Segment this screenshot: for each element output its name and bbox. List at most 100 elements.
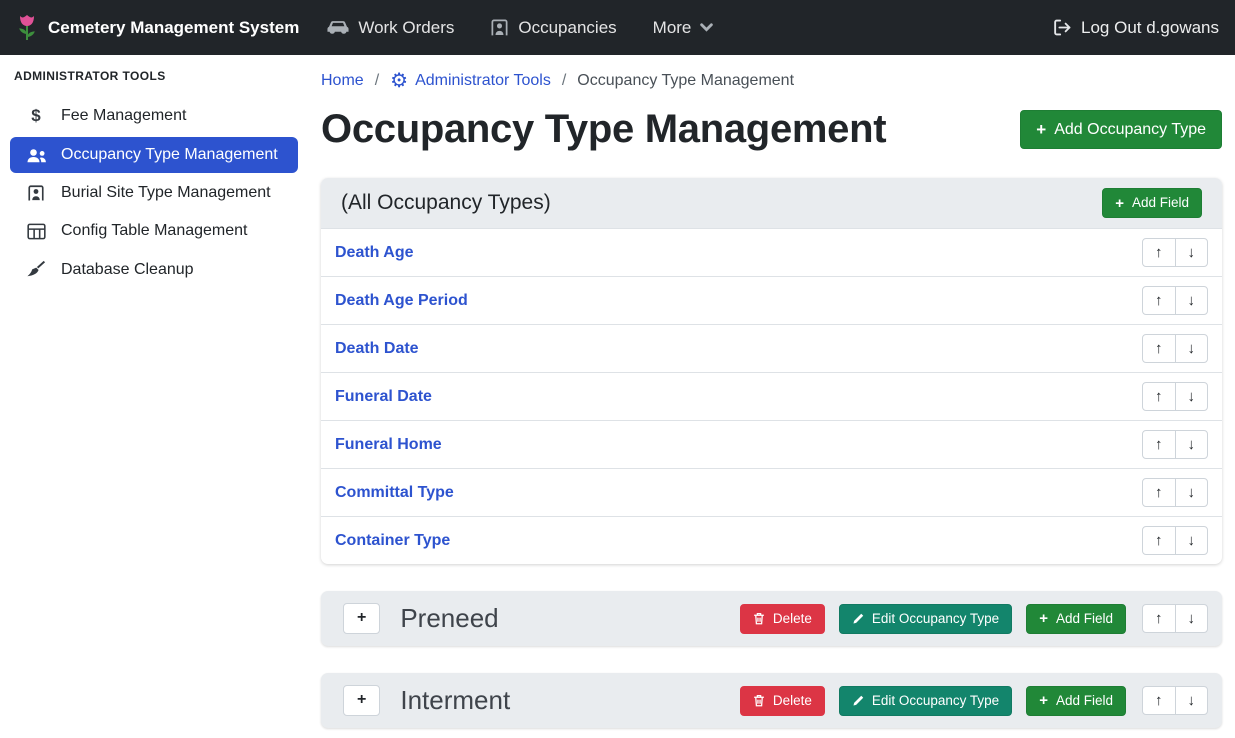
arrow-up-icon: ↑: [1155, 340, 1163, 357]
move-down-button[interactable]: ↓: [1175, 286, 1209, 315]
move-down-button[interactable]: ↓: [1175, 686, 1209, 715]
add-field-button[interactable]: + Add Field: [1026, 686, 1126, 716]
chevron-down-icon: [700, 23, 713, 32]
arrow-up-icon: ↑: [1155, 692, 1163, 709]
move-down-button[interactable]: ↓: [1175, 478, 1209, 507]
page-layout: ADMINISTRATOR TOOLS $ Fee Management Occ…: [0, 55, 1235, 738]
nav-item-more[interactable]: More: [653, 18, 714, 38]
arrow-down-icon: ↓: [1188, 692, 1196, 709]
reorder-buttons: ↑ ↓: [1142, 526, 1208, 555]
table-row: Committal Type ↑ ↓: [321, 468, 1222, 516]
arrow-down-icon: ↓: [1188, 340, 1196, 357]
section-title: Interment: [400, 685, 510, 716]
all-occupancy-types-card: (All Occupancy Types) + Add Field Death …: [321, 178, 1222, 564]
button-label: Edit Occupancy Type: [872, 693, 999, 709]
move-up-button[interactable]: ↑: [1142, 286, 1176, 315]
sign-out-icon: [1053, 19, 1072, 36]
move-down-button[interactable]: ↓: [1175, 382, 1209, 411]
flower-logo-icon: [16, 14, 38, 42]
move-down-button[interactable]: ↓: [1175, 238, 1209, 267]
field-link-death-age[interactable]: Death Age: [335, 244, 414, 262]
sidebar-heading: ADMINISTRATOR TOOLS: [0, 61, 308, 95]
move-down-button[interactable]: ↓: [1175, 334, 1209, 363]
arrow-down-icon: ↓: [1188, 244, 1196, 261]
arrow-down-icon: ↓: [1188, 388, 1196, 405]
field-link-death-date[interactable]: Death Date: [335, 340, 419, 358]
sidebar-item-burial-site-type-management[interactable]: Burial Site Type Management: [10, 175, 298, 211]
plus-icon: +: [1039, 693, 1048, 708]
page-header: Occupancy Type Management + Add Occupanc…: [321, 107, 1222, 152]
arrow-up-icon: ↑: [1155, 484, 1163, 501]
sidebar-item-label: Burial Site Type Management: [61, 184, 271, 202]
move-up-button[interactable]: ↑: [1142, 478, 1176, 507]
field-link-death-age-period[interactable]: Death Age Period: [335, 292, 468, 310]
reorder-buttons: ↑ ↓: [1142, 478, 1208, 507]
nav-item-occupancies[interactable]: Occupancies: [490, 18, 616, 38]
arrow-up-icon: ↑: [1155, 388, 1163, 405]
button-label: Add Occupancy Type: [1054, 120, 1206, 139]
gear-icon: ⚙: [390, 71, 408, 91]
move-down-button[interactable]: ↓: [1175, 604, 1209, 633]
app-title: Cemetery Management System: [48, 18, 299, 38]
edit-occupancy-type-button[interactable]: Edit Occupancy Type: [839, 686, 1012, 716]
trash-icon: [753, 612, 765, 625]
move-up-button[interactable]: ↑: [1142, 238, 1176, 267]
sidebar-item-label: Fee Management: [61, 107, 186, 125]
breadcrumb: Home / ⚙ Administrator Tools / Occupancy…: [321, 71, 1222, 91]
move-up-button[interactable]: ↑: [1142, 334, 1176, 363]
field-link-funeral-date[interactable]: Funeral Date: [335, 388, 432, 406]
field-link-committal-type[interactable]: Committal Type: [335, 484, 454, 502]
reorder-buttons: ↑ ↓: [1142, 382, 1208, 411]
edit-occupancy-type-button[interactable]: Edit Occupancy Type: [839, 604, 1012, 634]
sidebar-item-fee-management[interactable]: $ Fee Management: [10, 97, 298, 135]
arrow-up-icon: ↑: [1155, 532, 1163, 549]
move-down-button[interactable]: ↓: [1175, 526, 1209, 555]
sidebar-item-database-cleanup[interactable]: Database Cleanup: [10, 251, 298, 288]
arrow-down-icon: ↓: [1188, 484, 1196, 501]
reorder-buttons: ↑ ↓: [1142, 334, 1208, 363]
arrow-down-icon: ↓: [1188, 292, 1196, 309]
logout-button[interactable]: Log Out d.gowans: [1053, 18, 1219, 38]
occupancy-type-section-preneed: + Preneed Delete Edit Occupancy Type: [321, 591, 1222, 646]
table-row: Funeral Date ↑ ↓: [321, 372, 1222, 420]
app-brand[interactable]: Cemetery Management System: [16, 14, 299, 42]
move-up-button[interactable]: ↑: [1142, 526, 1176, 555]
plus-icon: +: [1115, 196, 1124, 211]
move-up-button[interactable]: ↑: [1142, 382, 1176, 411]
move-up-button[interactable]: ↑: [1142, 604, 1176, 633]
pencil-icon: [852, 695, 864, 707]
nav-item-label: Work Orders: [358, 18, 454, 38]
breadcrumb-admin-tools-link[interactable]: ⚙ Administrator Tools: [390, 71, 551, 91]
section-title: Preneed: [400, 603, 498, 634]
sidebar-item-occupancy-type-management[interactable]: Occupancy Type Management: [10, 137, 298, 173]
table-icon: [24, 223, 48, 240]
card-title: (All Occupancy Types): [341, 191, 551, 215]
expand-section-button[interactable]: +: [343, 603, 380, 633]
add-field-button[interactable]: + Add Field: [1102, 188, 1202, 218]
add-field-button[interactable]: + Add Field: [1026, 604, 1126, 634]
button-label: Add Field: [1056, 693, 1113, 709]
breadcrumb-current: Occupancy Type Management: [577, 72, 794, 90]
delete-button[interactable]: Delete: [740, 604, 825, 634]
delete-button[interactable]: Delete: [740, 686, 825, 716]
sidebar-item-config-table-management[interactable]: Config Table Management: [10, 213, 298, 249]
reorder-buttons: ↑ ↓: [1142, 286, 1208, 315]
field-link-container-type[interactable]: Container Type: [335, 532, 450, 550]
reorder-buttons: ↑ ↓: [1142, 430, 1208, 459]
trash-icon: [753, 694, 765, 707]
move-up-button[interactable]: ↑: [1142, 686, 1176, 715]
nav-item-work-orders[interactable]: Work Orders: [327, 18, 454, 38]
arrow-down-icon: ↓: [1188, 532, 1196, 549]
arrow-down-icon: ↓: [1188, 610, 1196, 627]
expand-section-button[interactable]: +: [343, 685, 380, 715]
move-up-button[interactable]: ↑: [1142, 430, 1176, 459]
breadcrumb-home-link[interactable]: Home: [321, 72, 364, 90]
breadcrumb-admin-label: Administrator Tools: [415, 72, 551, 90]
move-down-button[interactable]: ↓: [1175, 430, 1209, 459]
add-occupancy-type-button[interactable]: + Add Occupancy Type: [1020, 110, 1222, 149]
field-link-funeral-home[interactable]: Funeral Home: [335, 436, 442, 454]
table-row: Death Age Period ↑ ↓: [321, 276, 1222, 324]
occupancy-type-section-interment: + Interment Delete Edit Occupancy Type: [321, 673, 1222, 728]
pencil-icon: [852, 613, 864, 625]
nav-item-label: More: [653, 18, 692, 38]
